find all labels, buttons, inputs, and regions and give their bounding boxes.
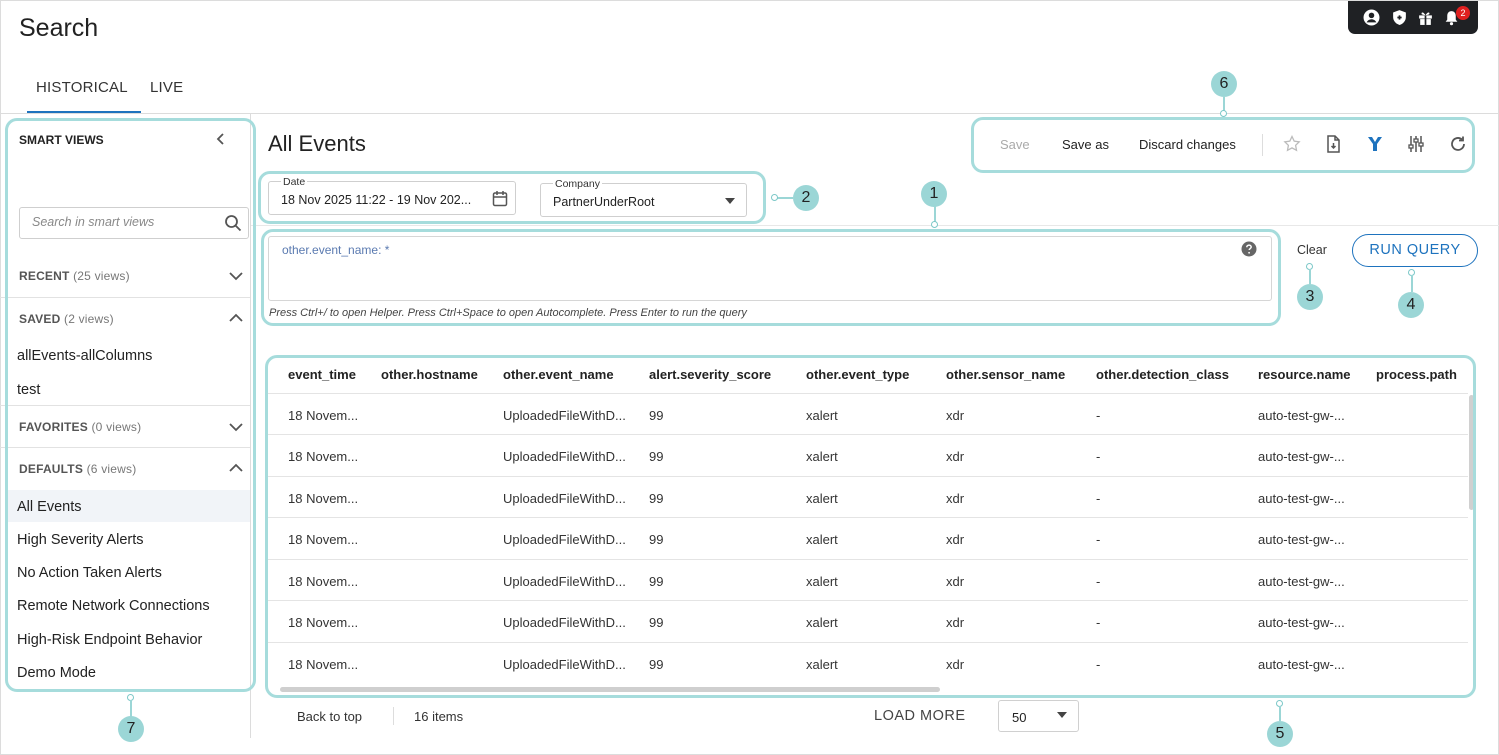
top-bar: 2	[1348, 1, 1478, 34]
shield-icon[interactable]	[1391, 9, 1408, 26]
callout-2: 2	[793, 185, 819, 211]
callout-dot	[771, 194, 778, 201]
callout-dot	[1220, 110, 1227, 117]
footer-divider	[393, 707, 394, 725]
user-icon[interactable]	[1363, 9, 1380, 26]
callout-4: 4	[1398, 292, 1424, 318]
callout-5: 5	[1267, 721, 1293, 747]
gift-icon[interactable]	[1417, 9, 1434, 26]
callout-1: 1	[921, 181, 947, 207]
tab-live[interactable]: LIVE	[150, 79, 183, 96]
page-title: Search	[19, 14, 99, 42]
callout-6: 6	[1211, 71, 1237, 97]
caret-down-icon[interactable]	[1056, 711, 1068, 719]
load-more-button[interactable]: LOAD MORE	[874, 708, 966, 724]
highlight-table	[265, 355, 1476, 698]
callout-line	[1309, 269, 1311, 284]
divider	[251, 225, 1499, 226]
callout-dot	[931, 221, 938, 228]
callout-line	[130, 700, 132, 717]
highlight-date-company	[258, 171, 766, 224]
clear-button[interactable]: Clear	[1297, 243, 1327, 257]
highlight-smart-views	[5, 118, 256, 692]
tab-historical[interactable]: HISTORICAL	[36, 79, 128, 96]
items-count: 16 items	[414, 709, 464, 724]
highlight-toolbar	[971, 117, 1475, 173]
divider	[0, 113, 1499, 114]
callout-line	[1279, 706, 1281, 721]
page-size-select[interactable]: 50	[998, 700, 1079, 732]
page-size-value: 50	[1012, 710, 1027, 725]
callout-7: 7	[118, 716, 144, 742]
callout-line	[1411, 275, 1413, 292]
highlight-query	[261, 229, 1281, 326]
back-to-top-link[interactable]: Back to top	[297, 709, 362, 724]
notification-badge: 2	[1456, 6, 1470, 20]
callout-3: 3	[1297, 284, 1323, 310]
run-query-button[interactable]: RUN QUERY	[1352, 234, 1478, 267]
view-title: All Events	[268, 131, 366, 156]
